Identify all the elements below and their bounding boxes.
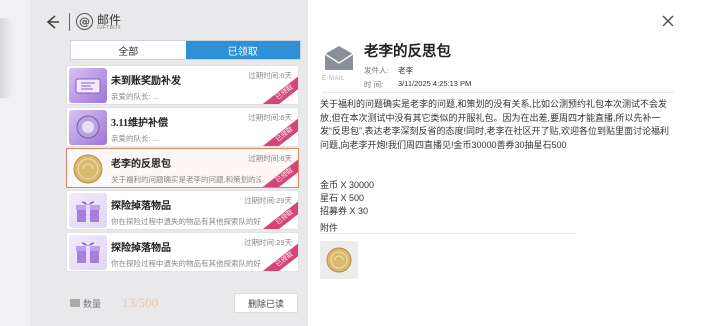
mail-item-selected[interactable]: 老李的反思包 关于福利的问题确实是老李的问题,和策划的没有关系,比如公测预约礼包…	[66, 148, 299, 189]
mail-title: 老李的反思包	[111, 159, 171, 171]
delete-read-button[interactable]: 删除已读	[234, 293, 298, 313]
reward-item: 金币 X 30000	[320, 180, 375, 190]
mail-item[interactable]: 探险掉落物品 你在探险过程中遗失的物品有其他探索队的好心人帮你捡回来了 过期时间…	[66, 190, 299, 231]
sender-key: 发件人:	[364, 66, 389, 75]
attachment-item[interactable]	[320, 241, 358, 279]
mail-detail-title: 老李的反思包	[364, 44, 451, 60]
mail-body: 关于福利的问题确实是老李的问题,和策划的没有关系,比如公测预约礼包本次测试不会发…	[320, 99, 669, 150]
reward-list: 金币 X 30000 星石 X 500 招募券 X 30	[320, 179, 374, 218]
reward-item: 星石 X 500	[320, 193, 365, 203]
envelope-icon	[324, 46, 354, 70]
gift-box-icon	[69, 193, 107, 229]
side-handle	[0, 18, 14, 98]
mail-item[interactable]: 3.11维护补偿 亲爱的队长: ... 过期时间:6天 已领取	[66, 106, 299, 147]
mail-preview: 你在探险过程中遗失的物品有其他探索队的好心人帮你捡回来了	[111, 217, 261, 227]
reward-item: 招募券 X 30	[320, 206, 369, 216]
mail-filter-tabs: 全部 已领取	[70, 40, 301, 60]
tab-all[interactable]: 全部	[71, 41, 186, 59]
mail-title: 未到账奖励补发	[111, 76, 181, 87]
detail-divider	[322, 92, 674, 93]
mail-expire: 过期时间:29天	[244, 237, 292, 247]
mail-at-icon: @	[76, 13, 93, 30]
mail-count-value: 13/500	[122, 295, 159, 310]
mail-preview: 亲爱的队长: ...	[111, 133, 159, 143]
mail-item[interactable]: 未到账奖励补发 亲爱的队长: ... 过期时间:6天 已领取	[66, 65, 299, 105]
mail-preview: 亲爱的队长: ...	[111, 92, 159, 101]
time-value: 3/11/2025 4:25:13 PM	[398, 79, 472, 88]
tab-claimed[interactable]: 已领取	[185, 41, 300, 59]
back-arrow-icon[interactable]	[42, 12, 62, 32]
gift-box-icon	[69, 234, 107, 270]
mail-expire: 过期时间:29天	[244, 196, 292, 206]
mail-count-label: 数量	[83, 299, 102, 309]
page-subtitle: GIFTBOX	[97, 25, 122, 31]
mail-screen: @ 邮件 GIFTBOX 全部 已领取 未到账奖励补发 亲爱的队长: ... 过…	[0, 0, 720, 326]
mail-expire: 过期时间:6天	[248, 154, 292, 164]
coin-orb-icon	[69, 109, 107, 145]
sender-value: 老李	[398, 66, 413, 75]
mail-title: 探险掉落物品	[111, 201, 171, 213]
envelope-label: E-MAIL	[322, 76, 346, 82]
mail-title: 3.11维护补偿	[111, 117, 168, 129]
mail-title: 探险掉落物品	[111, 242, 171, 254]
header-separator	[69, 13, 70, 31]
mail-item[interactable]: 探险掉落物品 你在探险过程中遗失的物品有其他探索队的好心人帮你捡回来了 过期时间…	[66, 231, 299, 272]
close-icon[interactable]	[659, 12, 677, 30]
gold-coin-icon	[326, 247, 352, 273]
attachment-divider	[320, 233, 576, 234]
mail-count-icon	[70, 299, 80, 307]
time-key: 时 间:	[364, 80, 384, 89]
mail-expire: 过期时间:6天	[248, 71, 292, 80]
mail-preview: 关于福利的问题确实是老李的问题,和策划的没有关系,比如公测预约礼包本次测试不会发…	[111, 175, 261, 185]
ticket-icon	[69, 68, 107, 103]
mail-expire: 过期时间:6天	[248, 112, 292, 122]
gold-coin-icon	[69, 151, 107, 186]
mail-preview: 你在探险过程中遗失的物品有其他探索队的好心人帮你捡回来了	[111, 258, 261, 268]
mail-list: 未到账奖励补发 亲爱的队长: ... 过期时间:6天 已领取 3.11维护补偿 …	[66, 65, 299, 273]
